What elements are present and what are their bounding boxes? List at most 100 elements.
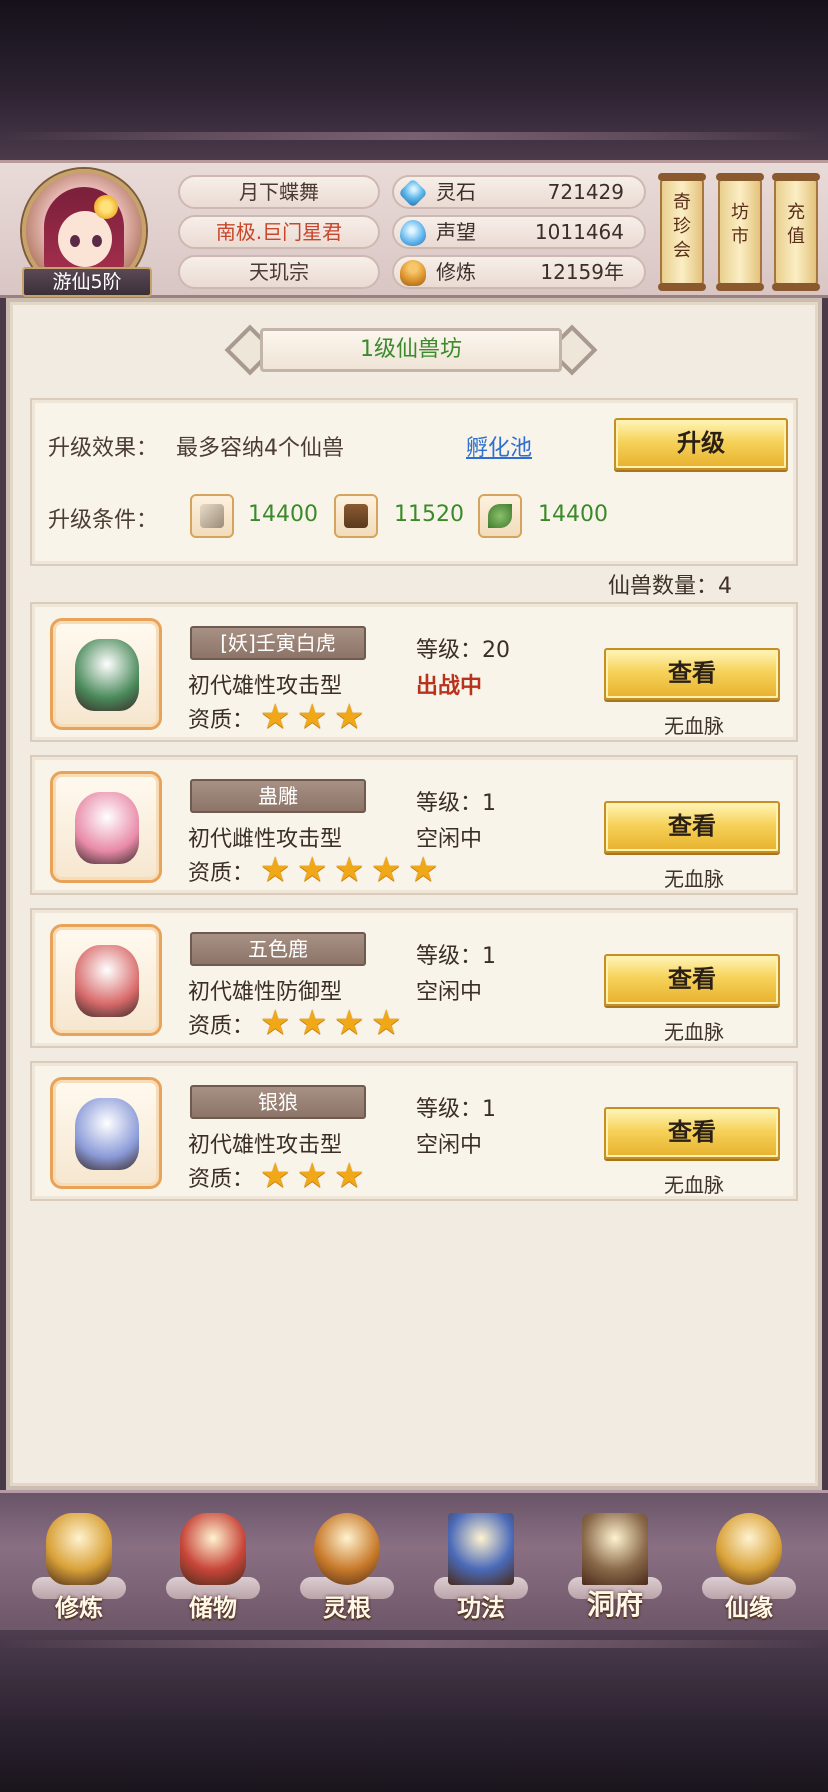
- pet-description: 初代雄性攻击型: [188, 1133, 343, 1158]
- quality-label: 资质：: [188, 1167, 255, 1192]
- reputation-icon: [400, 220, 426, 246]
- pet-level: 等级：1: [416, 1097, 496, 1122]
- pet-description: 初代雄性攻击型: [188, 674, 343, 699]
- skill-book-icon: [448, 1513, 514, 1585]
- nav-item-fate[interactable]: 仙缘: [694, 1505, 804, 1629]
- workshop-title-banner: 1级仙兽坊: [220, 324, 602, 376]
- nav-label: 储物: [189, 1594, 237, 1622]
- material-amount: 14400: [248, 502, 318, 527]
- immortal-fate-icon: [716, 1513, 782, 1585]
- star-icon: ★: [371, 850, 402, 890]
- view-button[interactable]: 查看: [604, 801, 780, 853]
- deer-icon: [75, 945, 139, 1017]
- crystal-bundle-art: [200, 504, 224, 528]
- avatar-face: [58, 211, 112, 267]
- crystal-bundle-icon[interactable]: [190, 494, 234, 538]
- star-icon: ★: [334, 850, 365, 890]
- cultivation-icon: [400, 260, 426, 286]
- pet-name: 银狼: [190, 1085, 366, 1119]
- quality-label: 资质：: [188, 708, 255, 733]
- pet-level: 等级：20: [416, 638, 510, 663]
- nav-label: 洞府: [586, 1588, 643, 1621]
- star-icon: ★: [260, 1003, 291, 1043]
- workshop-title: 1级仙兽坊: [260, 328, 562, 372]
- star-icon: ★: [297, 1003, 328, 1043]
- bottom-nav: 修炼 储物 灵根 功法 洞府 仙缘: [0, 1490, 828, 1630]
- stat-label: 灵石: [436, 180, 476, 204]
- view-button[interactable]: 查看: [604, 648, 780, 700]
- cave-mansion-icon: [582, 1513, 648, 1585]
- bottom-backdrop: [0, 1630, 828, 1792]
- market-button[interactable]: 坊 市: [716, 173, 764, 291]
- herb-leaf-icon[interactable]: [478, 494, 522, 538]
- pet-card: 蛊雕 初代雌性攻击型 资质： ★ ★ ★ ★ ★ 等级：1 空闲中 查看 无血脉: [30, 755, 798, 895]
- treasure-fair-button[interactable]: 奇 珍 会: [658, 173, 706, 291]
- nav-label: 灵根: [323, 1594, 371, 1622]
- nav-item-cave[interactable]: 洞府: [560, 1505, 670, 1629]
- quality-stars: ★ ★ ★ ★ ★: [260, 850, 441, 890]
- avatar-eye: [92, 235, 102, 247]
- recharge-button[interactable]: 充 值: [772, 173, 820, 291]
- herb-leaf-art: [488, 504, 512, 528]
- wolf-icon: [75, 1098, 139, 1170]
- player-header: 游仙5阶 月下蝶舞 南极.巨门星君 天玑宗 灵石 721429 声望 10114…: [0, 160, 828, 298]
- effect-text: 最多容纳4个仙兽: [176, 436, 344, 461]
- nav-item-skills[interactable]: 功法: [426, 1505, 536, 1629]
- nav-item-spirit-root[interactable]: 灵根: [292, 1505, 402, 1629]
- tiger-icon: [75, 639, 139, 711]
- star-icon: ★: [260, 1156, 291, 1196]
- star-icon: ★: [260, 697, 291, 737]
- pet-portrait[interactable]: [50, 771, 162, 883]
- stat-value: 12159年: [540, 260, 624, 284]
- star-icon: ★: [297, 850, 328, 890]
- quality-stars: ★ ★ ★: [260, 697, 367, 737]
- star-icon: ★: [408, 850, 439, 890]
- quality-stars: ★ ★ ★: [260, 1156, 367, 1196]
- pet-card: 五色鹿 初代雄性防御型 资质： ★ ★ ★ ★ 等级：1 空闲中 查看 无血脉: [30, 908, 798, 1048]
- nav-item-storage[interactable]: 储物: [158, 1505, 268, 1629]
- quality-label: 资质：: [188, 1014, 255, 1039]
- nav-label: 功法: [457, 1594, 505, 1622]
- pet-description: 初代雌性攻击型: [188, 827, 343, 852]
- cultivation-figure-icon: [46, 1513, 112, 1585]
- quality-stars: ★ ★ ★ ★: [260, 1003, 404, 1043]
- condition-label: 升级条件：: [48, 508, 159, 533]
- star-icon: ★: [371, 1003, 402, 1043]
- bloodline-text: 无血脉: [664, 867, 724, 891]
- stat-value: 721429: [547, 180, 624, 204]
- pet-card: 银狼 初代雄性攻击型 资质： ★ ★ ★ 等级：1 空闲中 查看 无血脉: [30, 1061, 798, 1201]
- nav-item-cultivation[interactable]: 修炼: [24, 1505, 134, 1629]
- star-icon: ★: [297, 697, 328, 737]
- material-amount: 14400: [538, 502, 608, 527]
- beast-count: 仙兽数量：4: [608, 574, 732, 599]
- pet-level: 等级：1: [416, 944, 496, 969]
- stat-value: 1011464: [534, 220, 624, 244]
- nav-label: 仙缘: [725, 1594, 773, 1622]
- stat-spirit-stone: 灵石 721429: [392, 175, 646, 209]
- stat-reputation: 声望 1011464: [392, 215, 646, 249]
- bloodline-text: 无血脉: [664, 1173, 724, 1197]
- pet-portrait[interactable]: [50, 1077, 162, 1189]
- pet-status: 出战中: [416, 674, 483, 699]
- pet-portrait[interactable]: [50, 618, 162, 730]
- view-button[interactable]: 查看: [604, 954, 780, 1006]
- stat-cultivation: 修炼 12159年: [392, 255, 646, 289]
- star-icon: ★: [297, 1156, 328, 1196]
- hatch-pool-link[interactable]: 孵化池: [466, 430, 532, 462]
- pet-status: 空闲中: [416, 980, 483, 1005]
- stat-label: 声望: [436, 220, 476, 244]
- pet-portrait[interactable]: [50, 924, 162, 1036]
- pet-name: [妖]壬寅白虎: [190, 626, 366, 660]
- upgrade-button[interactable]: 升级: [614, 418, 788, 470]
- pet-description: 初代雄性防御型: [188, 980, 343, 1005]
- view-button[interactable]: 查看: [604, 1107, 780, 1159]
- top-ornament: [0, 132, 828, 140]
- bloodline-text: 无血脉: [664, 1020, 724, 1044]
- avatar-eye: [70, 235, 80, 247]
- rank-badge: 游仙5阶: [22, 267, 152, 297]
- nav-label: 修炼: [55, 1594, 103, 1622]
- wood-log-icon[interactable]: [334, 494, 378, 538]
- pet-name: 五色鹿: [190, 932, 366, 966]
- stat-label: 修炼: [436, 260, 476, 284]
- gudiao-beast-icon: [75, 792, 139, 864]
